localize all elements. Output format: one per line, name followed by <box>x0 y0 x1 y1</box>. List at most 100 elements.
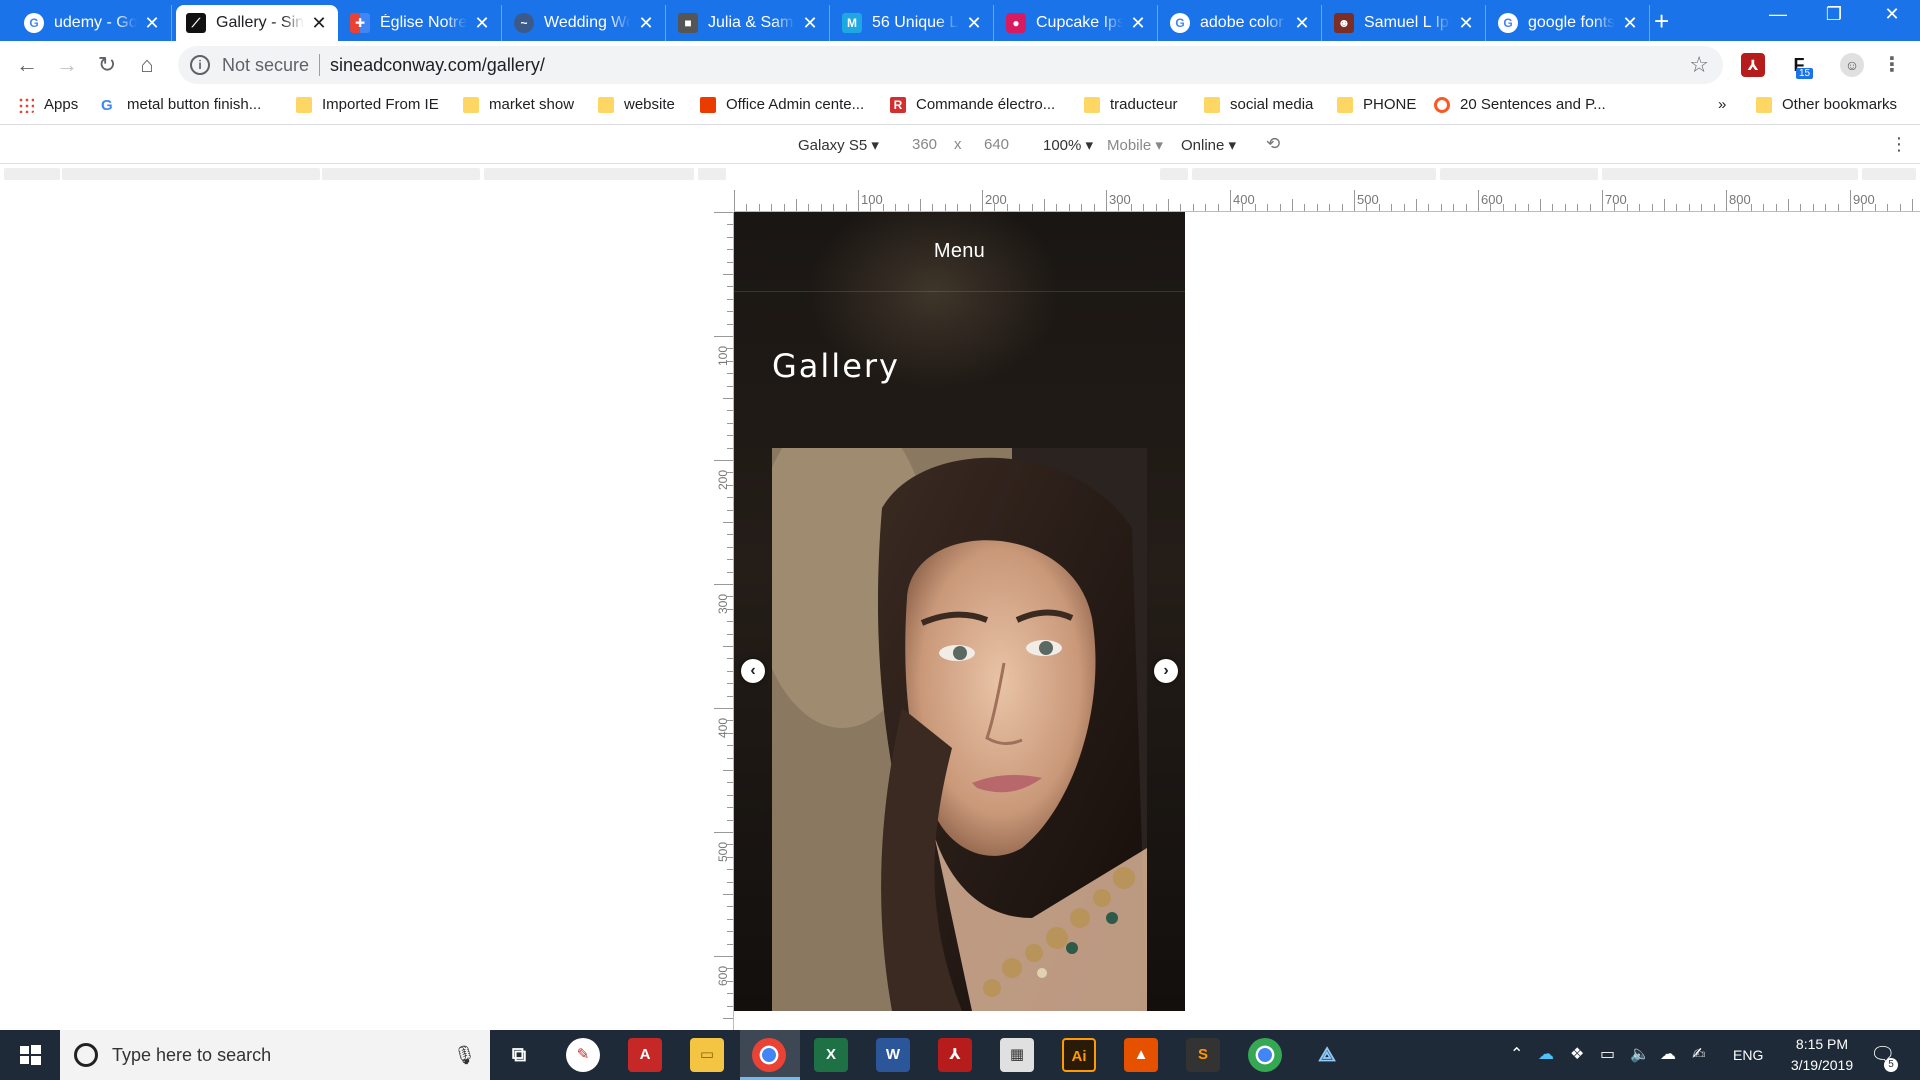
info-icon[interactable]: i <box>190 55 210 75</box>
height-field[interactable]: 640 <box>984 136 1009 153</box>
media-query-segment[interactable] <box>1160 168 1188 180</box>
media-query-segment[interactable] <box>1862 168 1916 180</box>
tab-google-fonts[interactable]: G google fonts ✕ <box>1488 5 1650 41</box>
calculator-app-icon[interactable]: ▦ <box>1000 1038 1034 1072</box>
tab-samuel[interactable]: ☻ Samuel L Ips ✕ <box>1324 5 1486 41</box>
width-field[interactable]: 360 <box>912 136 937 153</box>
bookmark-item[interactable]: Office Admin cente... <box>700 96 864 113</box>
dropbox-icon[interactable]: ❖ <box>1570 1030 1584 1080</box>
mode-select[interactable]: Mobile ▾ <box>1107 136 1163 154</box>
tab-cupcake[interactable]: ● Cupcake Ips ✕ <box>996 5 1158 41</box>
gallery-slide-image[interactable] <box>772 448 1147 1011</box>
cloud-upload-icon[interactable]: ☁ <box>1660 1030 1676 1080</box>
media-query-segment[interactable] <box>484 168 694 180</box>
adobe-app-icon[interactable]: ⟁ <box>1310 1038 1344 1072</box>
onedrive-icon[interactable]: ☁ <box>1538 1030 1554 1080</box>
next-slide-button[interactable]: › <box>1154 659 1178 683</box>
excel-app-icon[interactable]: X <box>814 1038 848 1072</box>
tab-wedding[interactable]: ~ Wedding Wo ✕ <box>504 5 666 41</box>
paint-app-icon[interactable]: ✎ <box>566 1038 600 1072</box>
close-tab-icon[interactable]: ✕ <box>1621 13 1639 34</box>
bookmark-star-icon[interactable]: ☆ <box>1689 52 1709 78</box>
site-menu-bar[interactable]: Menu <box>734 212 1185 292</box>
media-query-segment[interactable] <box>62 168 320 180</box>
tab-gallery[interactable]: ⟋ Gallery - Sine ✕ <box>176 5 338 41</box>
close-tab-icon[interactable]: ✕ <box>637 13 655 34</box>
file-explorer-icon[interactable]: ▭ <box>690 1038 724 1072</box>
close-tab-icon[interactable]: ✕ <box>473 13 491 34</box>
reload-icon[interactable]: ↻ <box>92 50 122 80</box>
tab-adobe-color[interactable]: G adobe color ✕ <box>1160 5 1322 41</box>
home-icon[interactable]: ⌂ <box>132 50 162 80</box>
url-text[interactable]: sineadconway.com/gallery/ <box>330 55 545 76</box>
orange-app-icon[interactable]: ▲ <box>1124 1038 1158 1072</box>
new-tab-button[interactable]: + <box>1654 8 1669 34</box>
microphone-icon[interactable]: 🎙 <box>453 1045 476 1066</box>
bookmark-folder[interactable]: PHONE <box>1337 96 1416 113</box>
ruler-tick <box>727 943 733 945</box>
close-tab-icon[interactable]: ✕ <box>1293 13 1311 34</box>
system-clock[interactable]: 8:15 PM 3/19/2019 <box>1772 1034 1872 1076</box>
device-menu-icon[interactable]: ⋮ <box>1890 134 1908 155</box>
media-query-segment[interactable] <box>322 168 480 180</box>
back-icon[interactable]: ← <box>12 50 42 80</box>
media-query-segment[interactable] <box>1602 168 1858 180</box>
other-bookmarks[interactable]: Other bookmarks <box>1756 96 1897 113</box>
bookmark-folder[interactable]: social media <box>1204 96 1313 113</box>
bookmarks-overflow-button[interactable]: » <box>1718 96 1726 113</box>
pen-icon[interactable]: ✍ <box>1692 1030 1705 1080</box>
bookmark-folder[interactable]: website <box>598 96 675 113</box>
close-tab-icon[interactable]: ✕ <box>1129 13 1147 34</box>
chrome-app-icon[interactable] <box>752 1038 786 1072</box>
close-tab-icon[interactable]: ✕ <box>1457 13 1475 34</box>
word-app-icon[interactable]: W <box>876 1038 910 1072</box>
device-select[interactable]: Galaxy S5 ▾ <box>798 136 879 154</box>
task-view-icon[interactable]: ⧉ <box>502 1038 536 1072</box>
notifications-icon[interactable]: 🗨 <box>1870 1030 1895 1080</box>
profile-icon[interactable]: ☺ <box>1840 53 1864 77</box>
bookmark-item[interactable]: R Commande électro... <box>890 96 1055 113</box>
ruler-tick <box>727 695 733 697</box>
minimize-icon[interactable]: — <box>1758 4 1798 25</box>
rotate-icon[interactable]: ⟲ <box>1266 134 1280 154</box>
forward-icon[interactable]: → <box>52 50 82 80</box>
bookmark-apps[interactable]: Apps <box>18 96 78 113</box>
tab-56-unique[interactable]: M 56 Unique Lo ✕ <box>832 5 994 41</box>
zoom-select[interactable]: 100% ▾ <box>1043 136 1093 154</box>
start-button[interactable] <box>0 1030 60 1080</box>
bookmark-folder[interactable]: traducteur <box>1084 96 1178 113</box>
sublime-app-icon[interactable]: S <box>1186 1038 1220 1072</box>
tab-julia-sam[interactable]: ■ Julia & Sam ✕ <box>668 5 830 41</box>
acrobat-app-icon[interactable]: A <box>628 1038 662 1072</box>
taskbar-search[interactable]: Type here to search 🎙 <box>60 1030 490 1080</box>
media-query-segment[interactable] <box>1440 168 1598 180</box>
network-select[interactable]: Online ▾ <box>1181 136 1236 154</box>
volume-icon[interactable]: 🔈 <box>1630 1030 1650 1080</box>
close-tab-icon[interactable]: ✕ <box>965 13 983 34</box>
address-bar[interactable]: i Not secure sineadconway.com/gallery/ ☆ <box>178 46 1723 84</box>
bookmark-item[interactable]: G metal button finish... <box>101 96 261 114</box>
media-query-segment[interactable] <box>4 168 60 180</box>
tab-udemy[interactable]: G udemy - Goo ✕ <box>14 5 172 41</box>
bookmark-item[interactable]: 20 Sentences and P... <box>1434 96 1606 113</box>
tab-eglise[interactable]: ✚ Église Notre ✕ <box>340 5 502 41</box>
browser-menu-icon[interactable]: ⋮ <box>1880 53 1904 77</box>
chrome-app-icon[interactable] <box>1248 1038 1282 1072</box>
media-query-segment[interactable] <box>1192 168 1436 180</box>
bookmark-folder[interactable]: Imported From IE <box>296 96 439 113</box>
menu-button[interactable]: Menu <box>934 240 985 263</box>
bookmark-folder[interactable]: market show <box>463 96 574 113</box>
restore-icon[interactable]: ❐ <box>1814 4 1854 25</box>
close-tab-icon[interactable]: ✕ <box>143 13 161 34</box>
close-tab-icon[interactable]: ✕ <box>801 13 819 34</box>
battery-icon[interactable]: ▭ <box>1600 1030 1615 1080</box>
illustrator-app-icon[interactable]: Ai <box>1062 1038 1096 1072</box>
language-indicator[interactable]: ENG <box>1733 1030 1763 1080</box>
show-hidden-icons[interactable]: ⌃ <box>1510 1030 1523 1080</box>
media-query-segment[interactable] <box>698 168 726 180</box>
pdf-app-icon[interactable]: ⅄ <box>938 1038 972 1072</box>
pdf-extension-icon[interactable]: ⅄ <box>1741 53 1765 77</box>
close-window-icon[interactable]: ✕ <box>1872 4 1912 25</box>
previous-slide-button[interactable]: ‹ <box>741 659 765 683</box>
close-tab-icon[interactable]: ✕ <box>310 13 328 34</box>
